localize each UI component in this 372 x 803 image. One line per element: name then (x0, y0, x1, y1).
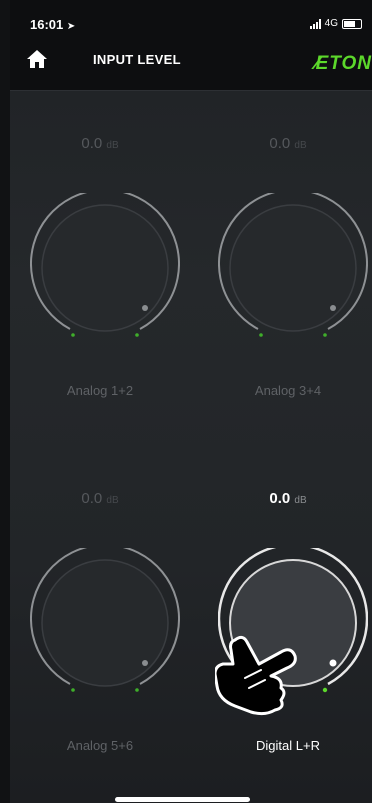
location-arrow-icon: ➤ (66, 21, 76, 32)
level-readout: 0.0 dB (15, 490, 185, 507)
level-knob[interactable] (30, 543, 180, 698)
level-value: 0.0 (81, 135, 103, 152)
channel-label: Digital L+R (256, 738, 320, 753)
level-knob[interactable] (218, 188, 368, 343)
level-value: 0.0 (81, 490, 103, 507)
app-screen: 16:01 ➤ 4G INPUT LEVEL ∕∕ETON 0.0 dB Ana… (10, 0, 372, 803)
channel-label: Analog 1+2 (66, 383, 134, 398)
level-knob[interactable] (30, 188, 180, 343)
level-unit: dB (294, 495, 307, 506)
page-title: INPUT LEVEL (93, 52, 181, 67)
header-divider (10, 90, 372, 91)
network-type: 4G (324, 18, 338, 29)
channel-analog-5-6: 0.0 dB Analog 5+6 (15, 490, 185, 753)
status-indicators: 4G (309, 18, 362, 29)
level-unit: dB (294, 140, 307, 151)
signal-icon (309, 18, 321, 29)
level-readout: 0.0 dB (15, 135, 185, 152)
brand-logo: ∕∕ETON (315, 53, 372, 74)
pointing-hand-icon (213, 630, 305, 720)
level-value: 0.0 (269, 135, 291, 152)
level-unit: dB (106, 140, 119, 151)
home-indicator[interactable] (115, 797, 250, 802)
channel-label: Analog 3+4 (254, 383, 322, 398)
level-value: 0.0 (269, 490, 291, 507)
channel-analog-1-2: 0.0 dB Analog 1+2 (15, 135, 185, 398)
battery-icon (342, 18, 362, 29)
home-icon[interactable] (26, 48, 48, 70)
brand-text: ETON (315, 53, 372, 74)
status-time-text: 16:01 (30, 17, 64, 32)
level-unit: dB (106, 495, 119, 506)
status-time: 16:01 ➤ (30, 17, 75, 32)
header: 16:01 ➤ 4G INPUT LEVEL ∕∕ETON (10, 0, 372, 90)
channel-analog-3-4: 0.0 dB Analog 3+4 (203, 135, 372, 398)
level-readout: 0.0 dB (203, 135, 372, 152)
level-readout: 0.0 dB (203, 490, 372, 507)
channel-label: Analog 5+6 (66, 738, 134, 753)
